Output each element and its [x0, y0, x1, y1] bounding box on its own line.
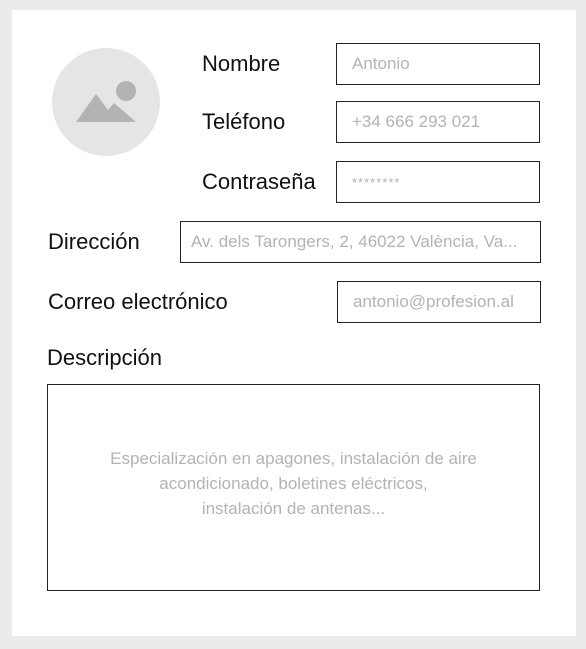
address-input[interactable]	[180, 221, 541, 263]
email-label: Correo electrónico	[48, 289, 228, 314]
avatar[interactable]	[52, 48, 160, 156]
description-placeholder: Especialización en apagones, instalación…	[110, 449, 477, 518]
password-label: Contraseña	[202, 169, 316, 194]
phone-label: Teléfono	[202, 109, 286, 134]
name-label: Nombre	[202, 51, 281, 76]
password-input[interactable]	[336, 161, 540, 203]
name-input[interactable]	[336, 43, 540, 85]
description-textarea[interactable]: Especialización en apagones, instalación…	[47, 384, 540, 591]
address-label: Dirección	[48, 229, 140, 254]
phone-input[interactable]	[336, 101, 540, 143]
description-label: Descripción	[47, 345, 162, 370]
image-placeholder-icon	[76, 81, 136, 122]
email-input[interactable]	[337, 281, 541, 323]
